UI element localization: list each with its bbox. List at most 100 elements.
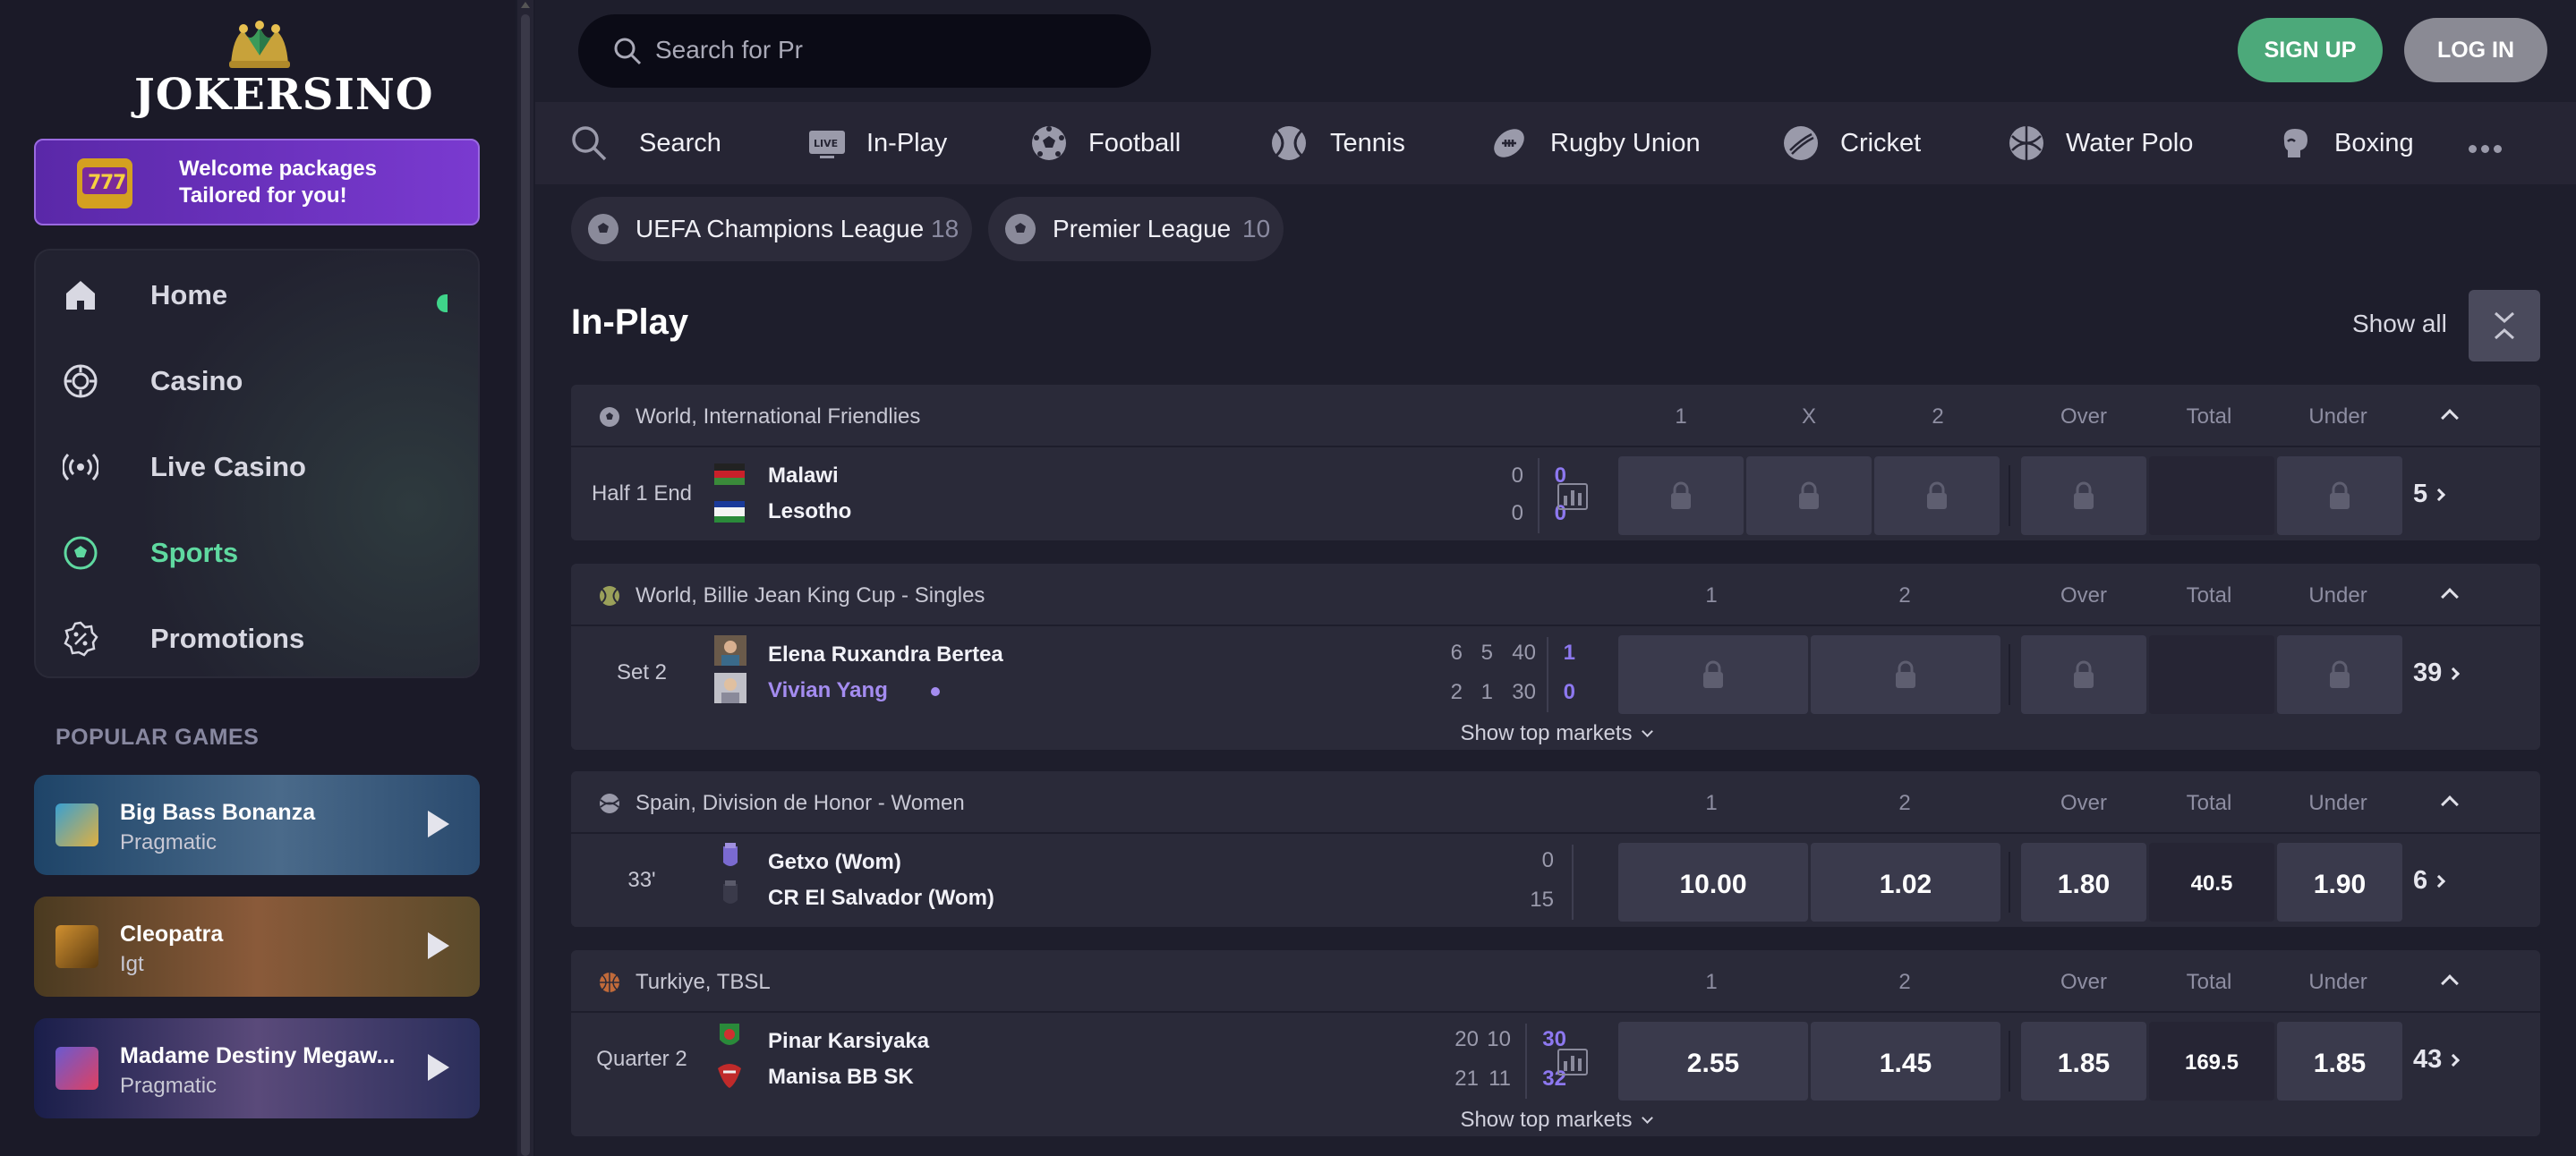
match-row[interactable]: Half 1 End Malawi Lesotho 0 0 0 0 5: [571, 449, 2540, 542]
odds-button-over[interactable]: 1.80: [2021, 843, 2146, 922]
nav-sports[interactable]: Sports: [63, 524, 465, 578]
team-crest-icon: [718, 1064, 741, 1088]
stats-icon[interactable]: [1557, 483, 1588, 510]
odds-button-home[interactable]: 2.55: [1618, 1022, 1808, 1101]
league-name: Spain, Division de Honor - Women: [635, 791, 965, 815]
live-tv-icon: LIVE: [809, 131, 845, 158]
col-header: Over: [2060, 791, 2107, 815]
team-home: Pinar Karsiyaka: [768, 1029, 930, 1053]
odds-cell-locked: [2277, 635, 2402, 714]
total-value: 40.5: [2190, 871, 2233, 896]
more-markets-link[interactable]: 5: [2413, 480, 2446, 509]
play-icon[interactable]: [428, 811, 449, 837]
nav-live-casino-label: Live Casino: [150, 451, 306, 482]
odds-button-under[interactable]: 1.85: [2277, 1022, 2402, 1101]
collapse-caret-icon[interactable]: [2441, 795, 2459, 813]
league-header[interactable]: World, International Friendlies 1 X 2 Ov…: [571, 385, 2540, 447]
odds-value: 10.00: [1679, 870, 1747, 899]
collapse-all-button[interactable]: [2469, 290, 2540, 361]
collapse-caret-icon[interactable]: [2441, 409, 2459, 427]
match-row[interactable]: Quarter 2 Pinar Karsiyaka Manisa BB SK 2…: [571, 1015, 2540, 1108]
search-input[interactable]: Search for Pr: [655, 36, 803, 64]
lock-icon: [1799, 481, 1819, 509]
col-header: Over: [2060, 583, 2107, 608]
score-sets-won: 1: [1563, 641, 1575, 665]
nav-casino[interactable]: Casino: [63, 353, 465, 406]
show-top-markets[interactable]: Show top markets: [571, 721, 2540, 746]
col-header: 1: [1675, 404, 1687, 429]
football-icon: [588, 214, 618, 244]
chip-premier-league[interactable]: Premier League 10: [988, 197, 1284, 261]
show-top-markets[interactable]: Show top markets: [571, 1108, 2540, 1133]
welcome-line-2: Tailored for you!: [179, 183, 347, 208]
game-card-big-bass-bonanza[interactable]: Big Bass Bonanza Pragmatic: [34, 775, 480, 875]
league-header[interactable]: Turkiye, TBSL 1 2 Over Total Under: [571, 950, 2540, 1013]
more-sports-icon[interactable]: [2469, 141, 2506, 157]
match-row[interactable]: Set 2 Elena Ruxandra Bertea Vivian Yang …: [571, 628, 2540, 721]
sport-tab-label: Boxing: [2334, 129, 2414, 157]
sign-up-button[interactable]: SIGN UP: [2238, 18, 2383, 82]
search-bar[interactable]: Search for Pr: [578, 14, 1151, 88]
col-header: 2: [1898, 791, 1911, 815]
game-provider: Pragmatic: [120, 830, 218, 854]
nav-live-casino[interactable]: Live Casino: [63, 438, 465, 492]
nav-sports-label: Sports: [150, 537, 239, 568]
player-two: Vivian Yang: [768, 678, 888, 702]
scrollbar-thumb[interactable]: [521, 14, 530, 1156]
game-card-cleopatra[interactable]: Cleopatra Igt: [34, 897, 480, 997]
total-cell: [2149, 635, 2274, 714]
odds-button-away[interactable]: 1.02: [1811, 843, 2000, 922]
percent-badge-icon: [64, 621, 98, 657]
game-name: Madame Destiny Megaw...: [120, 1043, 396, 1068]
odds-cell-locked: [2021, 635, 2146, 714]
stats-icon[interactable]: [1557, 1049, 1588, 1075]
game-thumbnail: [55, 925, 98, 968]
player-avatar-icon: [714, 673, 746, 703]
welcome-banner[interactable]: 7 7 7 Welcome packages Tailored for you!: [34, 139, 480, 225]
odds-cell-locked: [1811, 635, 2000, 714]
log-in-button[interactable]: LOG IN: [2404, 18, 2547, 82]
chip-uefa-champions-league[interactable]: UEFA Champions League 18: [571, 197, 972, 261]
more-markets-link[interactable]: 43: [2413, 1045, 2461, 1075]
odds-value: 1.80: [2057, 870, 2111, 899]
nav-promotions[interactable]: Promotions: [63, 610, 465, 664]
game-card-madame-destiny[interactable]: Madame Destiny Megaw... Pragmatic: [34, 1018, 480, 1118]
league-header[interactable]: Spain, Division de Honor - Women 1 2 Ove…: [571, 771, 2540, 834]
league-header[interactable]: World, Billie Jean King Cup - Singles 1 …: [571, 564, 2540, 626]
odds-value: 1.85: [2057, 1049, 2111, 1078]
nav-home-label: Home: [150, 279, 228, 310]
col-header: 1: [1705, 970, 1718, 994]
col-header: 1: [1705, 583, 1718, 608]
odds-button-away[interactable]: 1.45: [1811, 1022, 2000, 1101]
match-row[interactable]: 33' Getxo (Wom) CR El Salvador (Wom) 0 1…: [571, 836, 2540, 929]
player-one: Elena Ruxandra Bertea: [768, 642, 1003, 667]
game-provider: Igt: [120, 952, 144, 976]
odds-button-over[interactable]: 1.85: [2021, 1022, 2146, 1101]
odds-button-under[interactable]: 1.90: [2277, 843, 2402, 922]
score: 0: [1511, 463, 1523, 488]
odds-value: 1.45: [1879, 1049, 1932, 1078]
more-markets-link[interactable]: 6: [2413, 866, 2446, 896]
play-icon[interactable]: [428, 1054, 449, 1081]
odds-button-home[interactable]: 10.00: [1618, 843, 1808, 922]
jokersino-logo[interactable]: JOKERSINO: [134, 16, 433, 123]
score: 0: [1541, 848, 1554, 872]
sidebar-scrollbar[interactable]: [517, 0, 533, 1156]
collapse-caret-icon[interactable]: [2441, 974, 2459, 992]
lock-icon: [2074, 660, 2094, 688]
show-top-markets-label: Show top markets: [1460, 1108, 1633, 1132]
score-set: 5: [1480, 641, 1493, 665]
sport-tab-label: In-Play: [866, 129, 948, 157]
team-crest-icon: [720, 1024, 739, 1045]
more-markets-link[interactable]: 39: [2413, 659, 2461, 688]
odds-cell-locked: [1874, 456, 2000, 535]
collapse-caret-icon[interactable]: [2441, 588, 2459, 606]
col-header: Over: [2060, 970, 2107, 994]
nav-home[interactable]: Home: [63, 267, 465, 320]
odds-value: 1.90: [2313, 870, 2367, 899]
show-all-link[interactable]: Show all: [2352, 310, 2447, 338]
play-icon[interactable]: [428, 932, 449, 959]
svg-text:LIVE: LIVE: [814, 138, 838, 149]
water-polo-icon: [2009, 126, 2043, 160]
col-header: 2: [1932, 404, 1944, 429]
